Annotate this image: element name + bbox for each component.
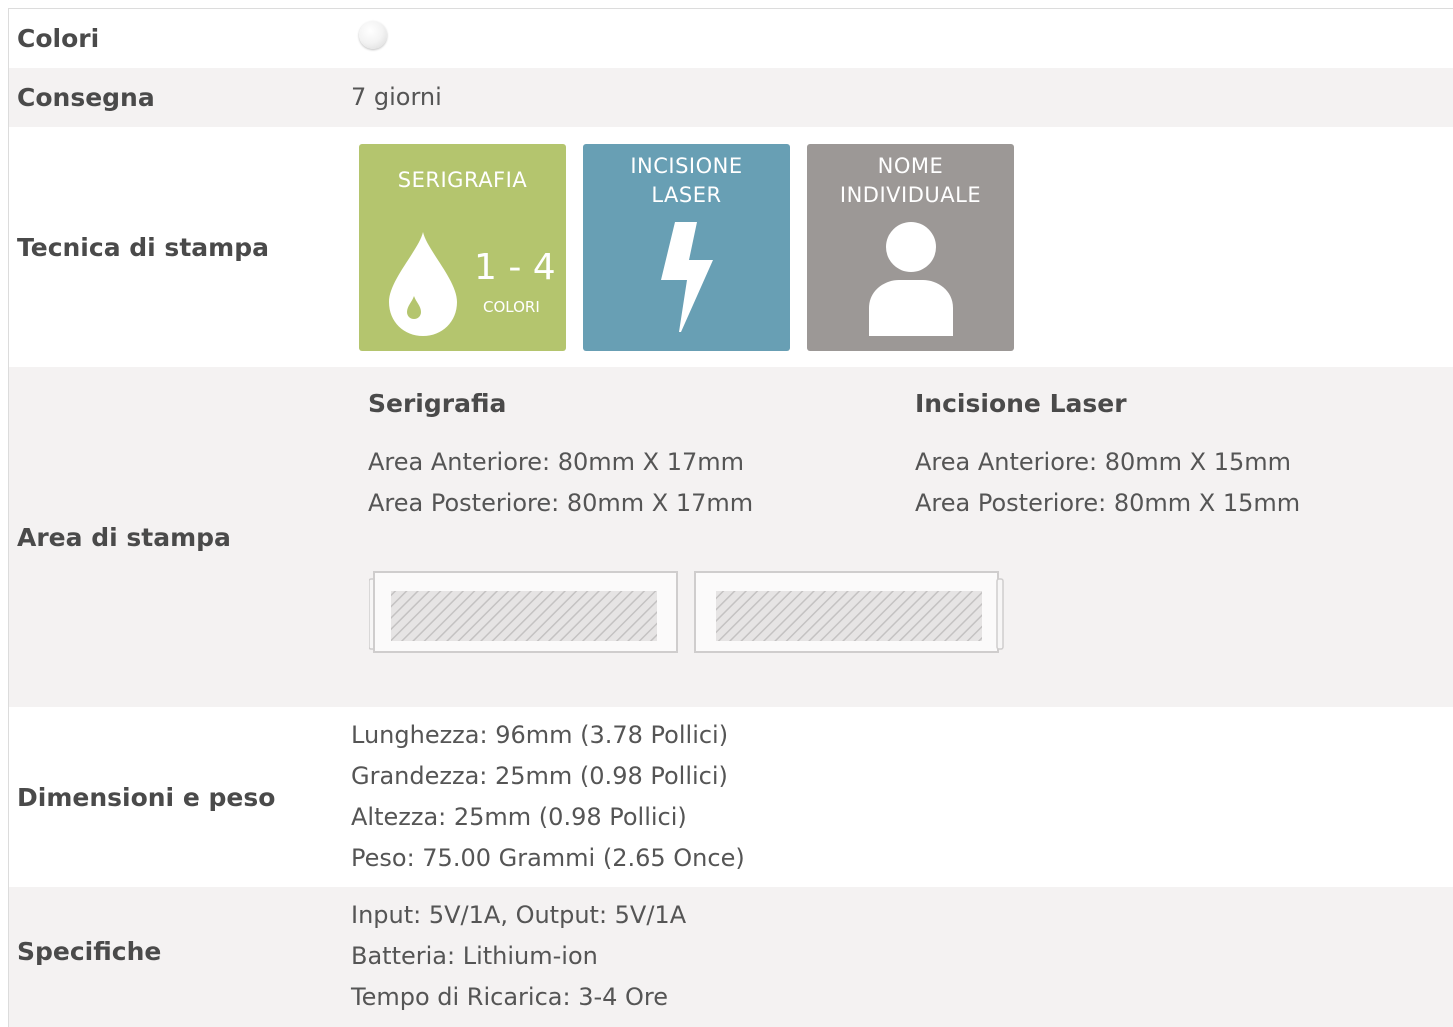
print-technique-tiles: SERIGRAFIA 1 - 4 COLORI INCISIONE LASER: [359, 143, 1453, 351]
tile-nome-individuale-title: NOME INDIVIDUALE: [839, 153, 982, 207]
person-icon: [869, 221, 953, 336]
row-tecnica-di-stampa: Tecnica di stampa SERIGRAFIA 1 - 4 COLOR…: [9, 127, 1453, 367]
dimension-line: Peso: 75.00 Grammi (2.65 Once): [351, 844, 745, 872]
lightning-icon: [661, 221, 713, 332]
tile-nome-individuale[interactable]: NOME INDIVIDUALE: [807, 143, 1014, 351]
label-area-di-stampa: Area di stampa: [17, 522, 231, 552]
area-line: Area Anteriore: 80mm X 17mm: [368, 448, 744, 476]
dimension-line: Altezza: 25mm (0.98 Pollici): [351, 803, 687, 831]
back-print-area: [716, 591, 982, 641]
label-dimensioni-e-peso: Dimensioni e peso: [17, 782, 276, 812]
label-consegna: Consegna: [17, 83, 155, 112]
area-line: Area Posteriore: 80mm X 17mm: [368, 489, 754, 517]
dimension-line: Lunghezza: 96mm (3.78 Pollici): [351, 721, 729, 749]
label-specifiche: Specifiche: [17, 937, 162, 966]
value-specifiche: Input: 5V/1A, Output: 5V/1A Batteria: Li…: [351, 887, 1453, 1018]
tile-serigrafia-count: 1 - 4: [474, 246, 556, 288]
tile-serigrafia-title: SERIGRAFIA: [397, 167, 528, 192]
color-swatch-white[interactable]: [359, 21, 387, 49]
row-colori: Colori: [9, 9, 1453, 68]
print-area-diagram: [369, 571, 1004, 653]
area-line: Area Anteriore: 80mm X 15mm: [915, 448, 1291, 476]
value-consegna: 7 giorni: [351, 83, 442, 111]
label-tecnica-di-stampa: Tecnica di stampa: [17, 232, 269, 262]
spec-line: Input: 5V/1A, Output: 5V/1A: [351, 901, 687, 929]
area-heading-serigrafia: Serigrafia: [368, 389, 507, 418]
area-line: Area Posteriore: 80mm X 15mm: [915, 489, 1301, 517]
row-area-di-stampa: Area di stampa Serigrafia Area Anteriore…: [9, 367, 1453, 707]
tile-serigrafia-count-unit: COLORI: [483, 297, 540, 316]
value-dimensioni-e-peso: Lunghezza: 96mm (3.78 Pollici) Grandezza…: [351, 715, 1453, 879]
product-specs-table: Colori Consegna 7 giorni Tecnica di stam…: [8, 8, 1453, 1027]
area-heading-incisione-laser: Incisione Laser: [915, 389, 1127, 418]
row-consegna: Consegna 7 giorni: [9, 68, 1453, 127]
row-specifiche: Specifiche Input: 5V/1A, Output: 5V/1A B…: [9, 887, 1453, 1027]
dimension-line: Grandezza: 25mm (0.98 Pollici): [351, 762, 728, 790]
tile-incisione-laser-title: INCISIONE LASER: [630, 153, 743, 207]
spec-line: Batteria: Lithium-ion: [351, 942, 598, 970]
back-panel-outline: [694, 571, 1004, 653]
ink-drop-icon: [389, 231, 457, 336]
tile-incisione-laser[interactable]: INCISIONE LASER: [583, 143, 790, 351]
tile-serigrafia[interactable]: SERIGRAFIA 1 - 4 COLORI: [359, 143, 566, 351]
front-panel-outline: [369, 571, 678, 653]
label-colori: Colori: [17, 24, 100, 53]
spec-line: Tempo di Ricarica: 3-4 Ore: [351, 983, 669, 1011]
front-print-area: [391, 591, 657, 641]
row-dimensioni-e-peso: Dimensioni e peso Lunghezza: 96mm (3.78 …: [9, 707, 1453, 887]
